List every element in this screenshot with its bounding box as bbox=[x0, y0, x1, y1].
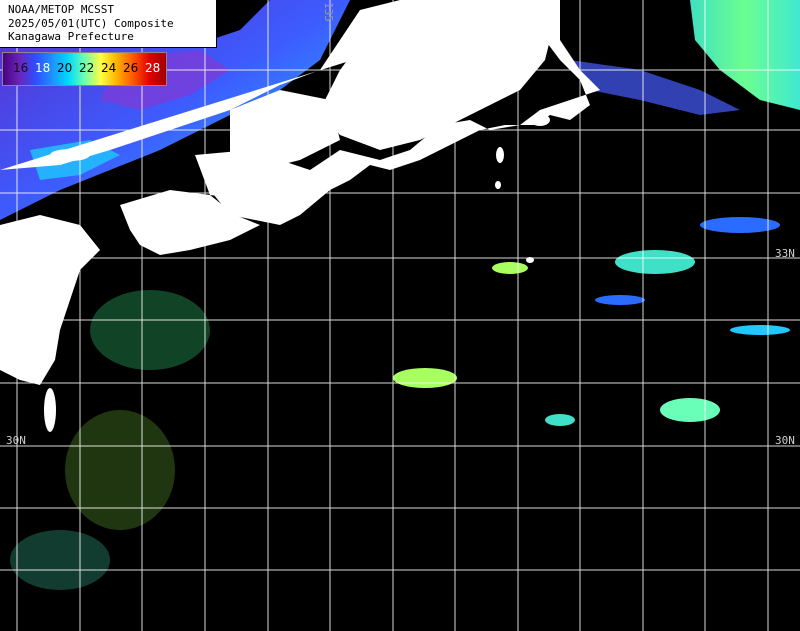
legend-label-20: 20 bbox=[57, 61, 73, 75]
legend-label-16: 16 bbox=[13, 61, 29, 75]
legend-label-26: 26 bbox=[123, 61, 139, 75]
legend-labels: 16 18 20 22 24 26 28 bbox=[13, 61, 167, 75]
lat-label-33n: 33N bbox=[775, 247, 795, 260]
title-line-1: NOAA/METOP MCSST bbox=[8, 3, 114, 16]
legend-label-18: 18 bbox=[35, 61, 51, 75]
lon-label-135: 135 bbox=[322, 2, 335, 22]
lat-label-30n-left: 30N bbox=[6, 434, 26, 447]
sst-map: NOAA/METOP MCSST 2025/05/01(UTC) Composi… bbox=[0, 0, 800, 631]
lat-label-30n-right: 30N bbox=[775, 434, 795, 447]
legend-label-24: 24 bbox=[101, 61, 117, 75]
map-canvas bbox=[0, 0, 800, 631]
legend-label-28: 28 bbox=[145, 61, 161, 75]
title-box: NOAA/METOP MCSST 2025/05/01(UTC) Composi… bbox=[0, 0, 217, 48]
title-line-3: Kanagawa Prefecture bbox=[8, 30, 134, 43]
title-line-2: 2025/05/01(UTC) Composite bbox=[8, 16, 174, 30]
sst-northeast-patch bbox=[570, 0, 800, 115]
sst-patches bbox=[10, 217, 790, 590]
legend-label-22: 22 bbox=[79, 61, 95, 75]
color-legend: 16 18 20 22 24 26 28 bbox=[2, 52, 167, 86]
